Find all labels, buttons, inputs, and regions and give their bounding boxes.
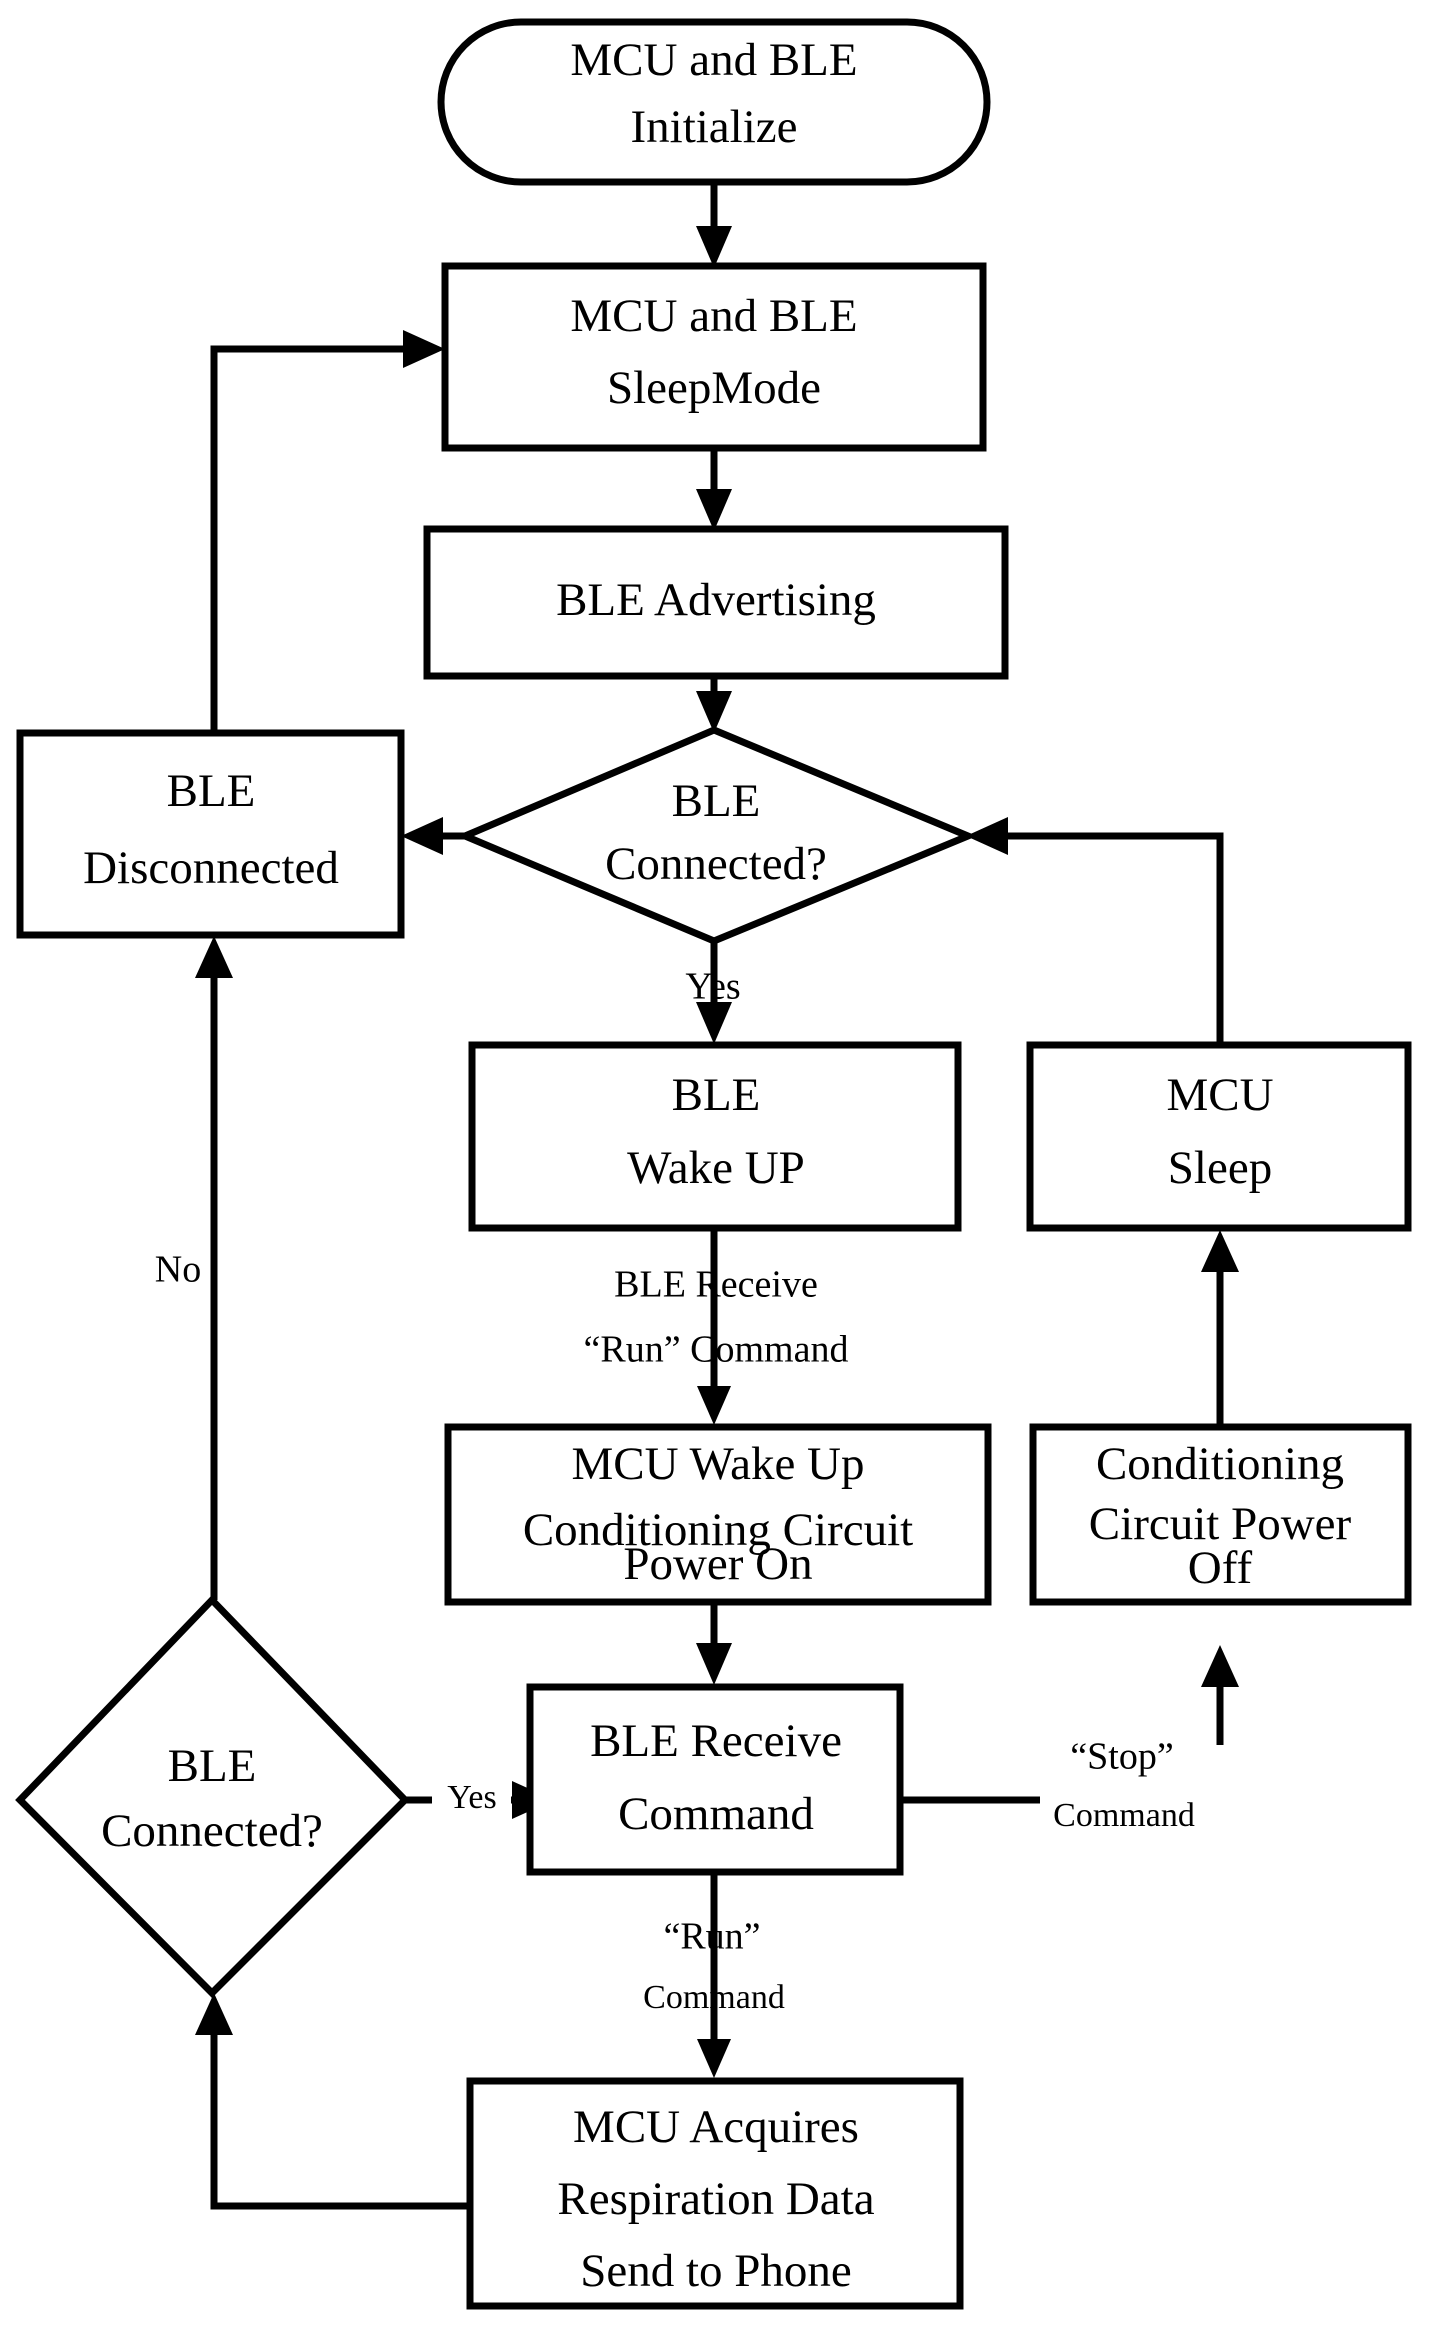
node-circuit-power-off-line-1: Conditioning [1096, 1438, 1344, 1490]
node-start-line-2: Initialize [630, 101, 797, 153]
node-acquire-data-line-2: Respiration Data [557, 2173, 874, 2225]
node-mcu-sleep-line-2: Sleep [1168, 1142, 1272, 1194]
node-ble-wake-up-line-1: BLE [672, 1069, 761, 1121]
node-circuit-power-off-line-3: Off [1188, 1542, 1253, 1594]
node-mcu-sleep-line-1: MCU [1166, 1069, 1273, 1121]
node-ble-receive-command-line-2: Command [618, 1788, 814, 1840]
edge-mcusleep-to-decision1 [966, 817, 1224, 1045]
edge-blereceive-to-acquiredata [697, 1872, 731, 2078]
edge-decision1-to-disconnected [401, 817, 465, 855]
node-decision-bottom-line-2: Connected? [101, 1805, 323, 1857]
node-sleep-mode-line-1: MCU and BLE [570, 290, 857, 342]
edge-label-yes-top: Yes [685, 966, 740, 1008]
node-ble-disconnected-line-2: Disconnected [83, 842, 339, 894]
node-ble-disconnected[interactable]: BLE Disconnected [16, 729, 405, 939]
edge-blewakeup-to-mcuwakeup [697, 1228, 731, 1425]
edge-label-no-left: No [155, 1249, 201, 1291]
node-sleep-mode[interactable]: MCU and BLE SleepMode [441, 262, 987, 452]
node-sleep-mode-line-2: SleepMode [607, 362, 821, 414]
node-ble-advertising-label: BLE Advertising [556, 574, 876, 626]
edge-label-run-2: Command [643, 1979, 785, 2016]
node-decision-ble-connected-top[interactable]: BLE Connected? [456, 726, 978, 945]
node-mcu-wake-up-line-1: MCU Wake Up [572, 1438, 865, 1490]
node-ble-receive-command[interactable]: BLE Receive Command [526, 1683, 904, 1876]
node-acquire-data[interactable]: MCU Acquires Respiration Data Send to Ph… [466, 2077, 964, 2310]
flowchart-svg: MCU and BLE Initialize MCU and BLE Sleep… [15, 18, 1412, 2310]
node-acquire-data-line-1: MCU Acquires [573, 2101, 859, 2153]
node-decision-ble-connected-bottom[interactable]: BLE Connected? [15, 1594, 410, 1998]
edge-label-yes-bottom: Yes [447, 1779, 496, 1816]
edge-label-stop-2: Command [1053, 1797, 1195, 1834]
edge-disconnected-to-sleepmode [210, 330, 445, 733]
node-mcu-sleep[interactable]: MCU Sleep [1026, 1041, 1412, 1232]
node-decision-top-line-2: Connected? [605, 838, 827, 890]
edge-label-ble-receive-run-1: BLE Receive [614, 1264, 818, 1306]
flowchart-canvas: MCU and BLE Initialize MCU and BLE Sleep… [0, 0, 1430, 2327]
node-mcu-wake-up-line-3: Power On [623, 1538, 812, 1590]
edge-acquiredata-to-decision2 [195, 1993, 467, 2210]
node-ble-advertising[interactable]: BLE Advertising [423, 525, 1009, 680]
edge-label-ble-receive-run-2: “Run” Command [584, 1329, 849, 1371]
node-mcu-wake-up[interactable]: MCU Wake Up Conditioning Circuit Power O… [444, 1423, 992, 1606]
node-acquire-data-line-3: Send to Phone [580, 2245, 852, 2297]
edge-sleepmode-to-advertising [696, 448, 732, 531]
node-circuit-power-off[interactable]: Conditioning Circuit Power Off [1029, 1423, 1412, 1606]
edge-stop-arrow-to-circuitoff [1201, 1645, 1239, 1745]
node-decision-top-line-1: BLE [672, 775, 761, 827]
node-ble-wake-up-line-2: Wake UP [627, 1142, 805, 1194]
edge-mcuwakeup-to-blereceive [696, 1601, 732, 1685]
edge-label-run-1: “Run” [663, 1916, 760, 1958]
edge-advertising-to-decision1 [696, 676, 732, 733]
node-ble-wake-up[interactable]: BLE Wake UP [468, 1041, 962, 1232]
node-decision-bottom-line-1: BLE [168, 1740, 257, 1792]
node-ble-disconnected-line-1: BLE [167, 765, 256, 817]
edge-start-to-sleepmode [696, 182, 732, 268]
node-ble-receive-command-line-1: BLE Receive [590, 1715, 842, 1767]
node-start-line-1: MCU and BLE [570, 34, 857, 86]
node-start[interactable]: MCU and BLE Initialize [437, 18, 991, 186]
edge-label-stop-1: “Stop” [1070, 1736, 1173, 1778]
